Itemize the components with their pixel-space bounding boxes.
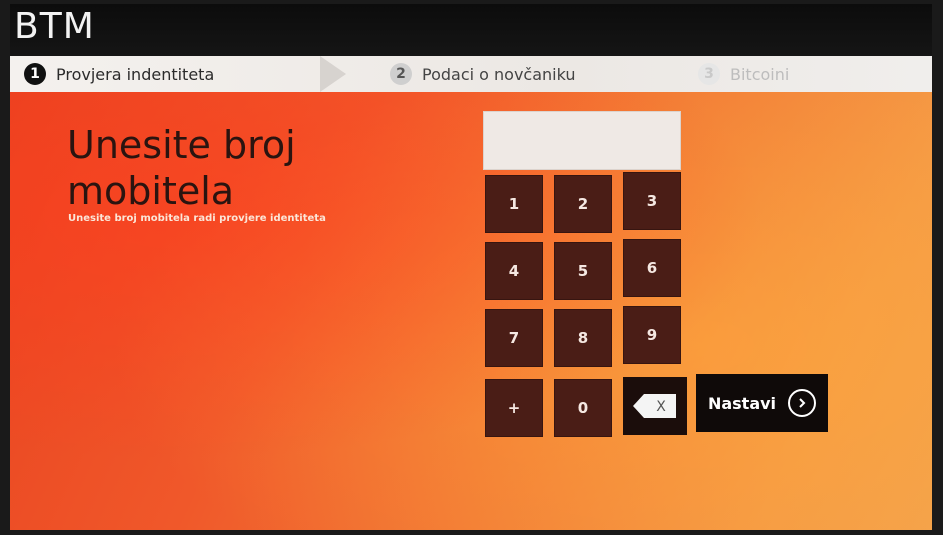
brand-logo: BTM [14, 6, 95, 47]
key-1[interactable]: 1 [485, 175, 543, 233]
step-2-label: Podaci o novčaniku [422, 64, 576, 84]
backspace-button[interactable]: X [623, 377, 687, 435]
next-button-label: Nastavi [707, 393, 777, 413]
step-1-label: Provjera indentiteta [56, 64, 215, 84]
key-plus[interactable]: + [485, 379, 543, 437]
key-9[interactable]: 9 [623, 306, 681, 364]
key-0[interactable]: 0 [554, 379, 612, 437]
step-3-label: Bitcoini [730, 64, 790, 84]
progress-steps: 1 Provjera indentiteta 2 Podaci o novčan… [10, 56, 932, 92]
next-button[interactable]: Nastavi [696, 374, 828, 432]
step-2: 2 Podaci o novčaniku [390, 56, 576, 92]
key-7[interactable]: 7 [485, 309, 543, 367]
key-6[interactable]: 6 [623, 239, 681, 297]
step-3-number: 3 [698, 63, 720, 85]
key-2[interactable]: 2 [554, 175, 612, 233]
page-title-line-1: Unesite broj [67, 123, 296, 167]
page-title-line-2: mobitela [67, 169, 235, 213]
backspace-icon: X [633, 394, 676, 418]
key-4[interactable]: 4 [485, 242, 543, 300]
top-bar: BTM [10, 4, 932, 56]
phone-number-field[interactable] [483, 111, 681, 170]
key-3[interactable]: 3 [623, 172, 681, 230]
step-2-number: 2 [390, 63, 412, 85]
step-3: 3 Bitcoini [698, 56, 789, 92]
page-subtitle: Unesite broj mobitela radi provjere iden… [68, 213, 326, 224]
chevron-right-circle-icon [788, 389, 817, 417]
kiosk-screen: BTM 1 Provjera indentiteta 2 Podaci o no… [10, 4, 932, 530]
key-8[interactable]: 8 [554, 309, 612, 367]
step-separator-arrow [320, 56, 346, 92]
step-1-number: 1 [24, 63, 46, 85]
step-1: 1 Provjera indentiteta [24, 56, 214, 92]
page-title: Unesite broj mobitela [67, 122, 296, 214]
backspace-label: X [656, 399, 666, 415]
key-5[interactable]: 5 [554, 242, 612, 300]
